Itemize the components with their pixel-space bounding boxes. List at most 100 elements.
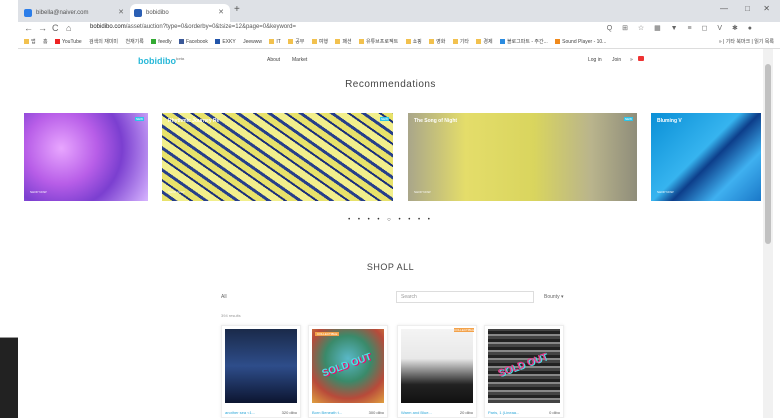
new-badge: NEW (380, 117, 389, 121)
folder-icon (452, 39, 458, 45)
join-link[interactable]: Join (612, 57, 621, 63)
slide-title: Bluming V (657, 118, 682, 124)
scrollbar-thumb[interactable] (765, 64, 771, 244)
bookmark-item[interactable]: feedly (151, 36, 172, 48)
bookmark-item[interactable]: 천재기록 (125, 36, 143, 48)
site-header: bobidibobeta About Market Log in Join » (18, 49, 763, 71)
product-title[interactable]: Born Beneath t... (312, 410, 342, 415)
result-count: 394 results (221, 313, 241, 318)
bookmark-item[interactable]: 패션 (335, 36, 352, 48)
bookmark-item[interactable]: 유튜브프로젝트 (358, 36, 398, 48)
product-price: 320 dibo (281, 410, 297, 415)
close-tab-icon[interactable]: ✕ (118, 4, 124, 22)
product-price: 20 dibo (459, 410, 473, 415)
bookmark-item[interactable]: 홈 (43, 36, 48, 48)
product-card[interactable]: another sea <1... 320 dibo (221, 325, 301, 418)
product-card[interactable]: SOLD OUT Paris, 1 (Lineaa... 0 dibo (484, 325, 564, 418)
feedly-icon (151, 39, 157, 45)
folder-icon (476, 39, 482, 45)
close-tab-icon[interactable]: ✕ (218, 4, 224, 22)
product-price: 0 dibo (549, 410, 560, 415)
address-bar: ← → C ⌂ bobidibo.com/asset/auction?type=… (18, 22, 780, 36)
folder-icon (429, 39, 435, 45)
folder-icon (311, 39, 317, 45)
shop-all-heading: SHOP ALL (366, 262, 415, 272)
youtube-icon (55, 39, 60, 45)
maximize-button[interactable]: □ (745, 4, 750, 13)
recommendations-heading: Recommendations (345, 79, 436, 90)
forward-button[interactable]: → (38, 23, 47, 33)
exky-icon (215, 39, 221, 45)
slide-title: The Song of Night (414, 118, 458, 124)
home-button[interactable]: ⌂ (66, 23, 71, 33)
new-badge: NEW (624, 117, 633, 121)
facebook-icon (178, 39, 184, 45)
sound-player-icon (555, 39, 561, 45)
bookmark-item[interactable]: Facebook (178, 36, 208, 48)
close-window-button[interactable]: ✕ (763, 4, 770, 13)
bookmark-item[interactable]: 블로그파트 - 주간... (499, 36, 548, 48)
tab-label: bobidibo (146, 10, 169, 16)
blog-icon (499, 39, 505, 45)
search-input[interactable]: Search (396, 291, 534, 303)
bookmark-item[interactable]: 경제 (476, 36, 493, 48)
carousel-dots[interactable]: • • • • ○ • • • • (18, 217, 763, 223)
collectible-tag: COLLECTIBLE (315, 332, 340, 336)
folder-icon (335, 39, 341, 45)
shop-now-link[interactable]: SHOP NOW (414, 190, 431, 194)
browser-tab-mail[interactable]: bibella@naiver.com ✕ (20, 4, 130, 22)
product-card[interactable]: COLLECTIBLE Warm and Blue... 20 dibo (397, 325, 477, 418)
minimize-button[interactable]: — (720, 4, 728, 13)
nav-about[interactable]: About (267, 57, 280, 63)
nav-market[interactable]: Market (292, 57, 307, 63)
product-card[interactable]: COLLECTIBLE SOLD OUT Born Beneath t... 3… (308, 325, 388, 418)
category-filter[interactable]: All (221, 294, 227, 300)
bookmark-item[interactable]: EXKY (215, 36, 236, 48)
new-tab-button[interactable]: + (234, 4, 240, 15)
login-link[interactable]: Log in (588, 57, 602, 63)
new-badge: NEW (135, 117, 144, 121)
bookmark-item[interactable]: Jeewww (243, 36, 262, 48)
bookmark-item[interactable]: YouTube (55, 36, 82, 48)
slide-title: Rhythmic Journey Re (168, 118, 220, 124)
browser-tab-bar: bibella@naiver.com ✕ bobidibo ✕ + — □ ✕ (18, 0, 780, 22)
bookmark-item[interactable]: IT (269, 36, 281, 48)
product-title[interactable]: another sea <1... (225, 410, 255, 415)
url-field[interactable]: bobidibo.com/asset/auction?type=0&orderb… (90, 24, 296, 30)
carousel-slide[interactable]: Bluming V SHOP NOW (651, 113, 761, 201)
bookmark-item[interactable]: 앱 (24, 36, 36, 48)
mail-favicon-icon (24, 9, 32, 17)
shop-now-link[interactable]: SHOP NOW (168, 190, 185, 194)
flag-icon[interactable] (638, 56, 644, 61)
browser-tab-bobidibo[interactable]: bobidibo ✕ (130, 4, 230, 22)
web-page: bobidibobeta About Market Log in Join » … (18, 49, 763, 418)
bookmark-item[interactable]: 영화 (429, 36, 445, 48)
extension-icons[interactable]: Q ⊞ ☆ ▦ ▼ ≡ ◻ V ✱ ● (607, 24, 756, 32)
carousel-slide[interactable]: Rhythmic Journey Re NEW SHOP NOW (162, 113, 393, 201)
bookmark-item[interactable]: 기타 (452, 36, 469, 48)
artwork-image (401, 329, 473, 403)
bookmark-item[interactable]: 검색의 재미미 (89, 36, 118, 48)
shop-now-link[interactable]: SHOP NOW (30, 190, 47, 194)
shop-now-link[interactable]: SHOP NOW (657, 190, 674, 194)
site-logo[interactable]: bobidibobeta (138, 56, 184, 66)
bookmark-item[interactable]: 공부 (288, 36, 304, 48)
reload-button[interactable]: C (52, 23, 59, 33)
bookmark-item[interactable]: 여행 (311, 36, 328, 48)
folder-icon (269, 39, 275, 45)
product-title[interactable]: Warm and Blue... (401, 410, 432, 415)
bookmark-item[interactable]: 쇼핑 (405, 36, 422, 48)
language-arrow-icon[interactable]: » (630, 57, 633, 63)
bookmarks-bar: 앱 홈 YouTube 검색의 재미미 천재기록 feedly Facebook… (18, 36, 780, 49)
sort-dropdown[interactable]: Bounty ▾ (544, 294, 563, 300)
back-button[interactable]: ← (24, 23, 33, 33)
folder-icon (288, 39, 294, 45)
folder-icon (405, 39, 411, 45)
other-bookmarks[interactable]: » | 기타 북마크 | 읽기 목록 (719, 36, 774, 48)
product-title[interactable]: Paris, 1 (Lineaa... (488, 410, 519, 415)
carousel-slide[interactable]: NEW SHOP NOW (24, 113, 148, 201)
carousel-slide[interactable]: The Song of Night NEW SHOP NOW (408, 113, 637, 201)
collectible-ribbon: COLLECTIBLE (454, 328, 475, 332)
bookmark-item[interactable]: Sound Player - 10... (555, 36, 606, 48)
artwork-image (225, 329, 297, 403)
